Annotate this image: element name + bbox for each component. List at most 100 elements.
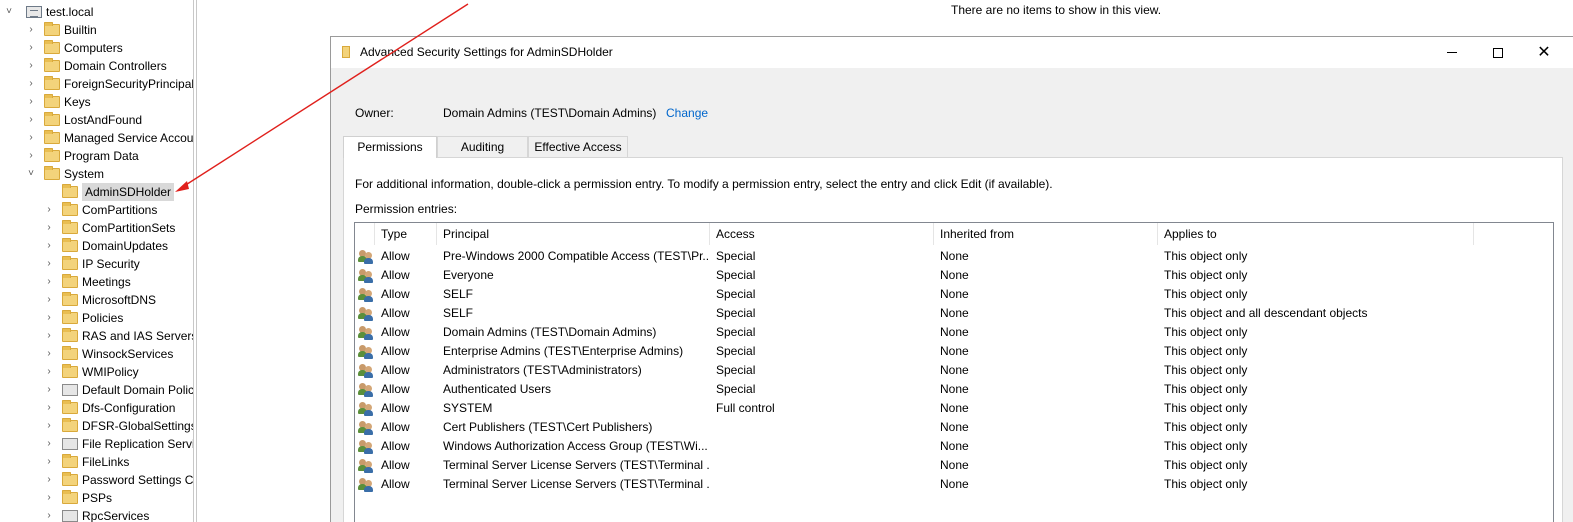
chevron-right-icon[interactable]: ›	[43, 507, 55, 522]
tree-item-lostandfound[interactable]: › LostAndFound	[25, 111, 142, 129]
tree-item-password-settings-container[interactable]: › Password Settings Container	[43, 471, 193, 489]
tree-item-test-local[interactable]: ˅ test.local	[3, 3, 93, 21]
tree-item-label: Policies	[82, 311, 124, 325]
permission-entry-row[interactable]: Allow Terminal Server License Servers (TE…	[355, 475, 1553, 494]
tree-item-filelinks[interactable]: › FileLinks	[43, 453, 129, 471]
tree-item-computers[interactable]: › Computers	[25, 39, 123, 57]
tree-item-adminsdholder[interactable]: AdminSDHolder	[43, 183, 175, 201]
permission-entry-row[interactable]: Allow Enterprise Admins (TEST\Enterprise …	[355, 342, 1553, 361]
folder-icon	[62, 454, 78, 468]
tree-item-label: IP Security	[82, 257, 140, 271]
users-icon-part	[364, 353, 373, 359]
chevron-right-icon[interactable]: ›	[25, 57, 37, 75]
chevron-right-icon[interactable]: ›	[43, 201, 55, 219]
column-access[interactable]: Access	[710, 223, 934, 245]
chevron-right-icon[interactable]: ›	[25, 75, 37, 93]
chevron-right-icon[interactable]: ›	[43, 255, 55, 273]
chevron-right-icon[interactable]: ›	[25, 111, 37, 129]
tree-item-program-data[interactable]: › Program Data	[25, 147, 139, 165]
chevron-right-icon[interactable]: ›	[43, 219, 55, 237]
column-type[interactable]: Type	[375, 223, 437, 245]
tree-item-system[interactable]: ˅ System	[25, 165, 104, 183]
tree-item-winsockservices[interactable]: › WinsockServices	[43, 345, 173, 363]
tree-item-default-domain-policy[interactable]: › Default Domain Policy	[43, 381, 193, 399]
users-icon-part	[364, 334, 373, 340]
permission-entry-row[interactable]: Allow SYSTEM Full control None This object o…	[355, 399, 1553, 418]
tree-item-wmipolicy[interactable]: › WMIPolicy	[43, 363, 139, 381]
tree-item-microsoftdns[interactable]: › MicrosoftDNS	[43, 291, 156, 309]
tree-item-file-replication-service[interactable]: › File Replication Service	[43, 435, 193, 453]
chevron-right-icon[interactable]: ›	[25, 147, 37, 165]
tree-item-domainupdates[interactable]: › DomainUpdates	[43, 237, 168, 255]
column-applies-to[interactable]: Applies to	[1158, 223, 1474, 245]
tab-effective-access[interactable]: Effective Access	[528, 136, 628, 157]
permission-entry-row[interactable]: Allow Everyone Special None This object only	[355, 266, 1553, 285]
tree-item-label: DomainUpdates	[82, 239, 169, 253]
cell-applies-to: This object only	[1164, 458, 1248, 472]
cell-applies-to: This object only	[1164, 344, 1248, 358]
chevron-right-icon[interactable]: ›	[43, 273, 55, 291]
change-owner-link[interactable]: Change	[666, 106, 708, 120]
chevron-right-icon[interactable]: ›	[43, 327, 55, 345]
chevron-right-icon[interactable]: ›	[43, 453, 55, 471]
users-icon	[358, 363, 374, 378]
permission-entry-row[interactable]: Allow Terminal Server License Servers (TE…	[355, 456, 1553, 475]
chevron-right-icon[interactable]: ›	[25, 39, 37, 57]
chevron-right-icon[interactable]: ›	[43, 363, 55, 381]
permission-entry-row[interactable]: Allow Administrators (TEST\Administrators…	[355, 361, 1553, 380]
permission-entry-row[interactable]: Allow Domain Admins (TEST\Domain Admins) S…	[355, 323, 1553, 342]
permission-entries-list[interactable]: Type Principal Access Inherited from App…	[354, 222, 1554, 522]
permission-entry-row[interactable]: Allow SELF Special None This object and all …	[355, 304, 1553, 323]
tree-item-dfsr-globalsettings[interactable]: › DFSR-GlobalSettings	[43, 417, 193, 435]
cell-access	[710, 418, 934, 437]
permission-entry-row[interactable]: Allow Authenticated Users Special None This …	[355, 380, 1553, 399]
tree-item-psps[interactable]: › PSPs	[43, 489, 112, 507]
policy-icon	[62, 510, 78, 522]
chevron-right-icon[interactable]: ›	[25, 93, 37, 111]
minimize-button[interactable]	[1429, 37, 1475, 68]
tree-item-managed-service-accounts[interactable]: › Managed Service Accounts	[25, 129, 193, 147]
chevron-right-icon[interactable]: ›	[43, 345, 55, 363]
column-inherited-from[interactable]: Inherited from	[934, 223, 1158, 245]
cell-type: Allow	[381, 325, 410, 339]
chevron-down-icon[interactable]: ˅	[25, 165, 37, 183]
chevron-right-icon[interactable]: ›	[43, 291, 55, 309]
tree-item-compartitions[interactable]: › ComPartitions	[43, 201, 157, 219]
chevron-right-icon[interactable]: ›	[25, 21, 37, 39]
tree-item-builtin[interactable]: › Builtin	[25, 21, 97, 39]
chevron-right-icon[interactable]: ›	[43, 381, 55, 399]
info-text: For additional information, double-click…	[355, 177, 1053, 191]
tree-item-dfs-configuration[interactable]: › Dfs-Configuration	[43, 399, 175, 417]
tree-item-ras-and-ias-servers-access-check[interactable]: › RAS and IAS Servers Access Check	[43, 327, 193, 345]
tree-item-domain-controllers[interactable]: › Domain Controllers	[25, 57, 167, 75]
chevron-right-icon[interactable]: ›	[43, 471, 55, 489]
chevron-right-icon[interactable]: ›	[43, 417, 55, 435]
column-principal[interactable]: Principal	[437, 223, 710, 245]
permission-entry-row[interactable]: Allow Windows Authorization Access Group …	[355, 437, 1553, 456]
chevron-right-icon[interactable]: ›	[25, 129, 37, 147]
chevron-down-icon[interactable]: ˅	[3, 3, 15, 21]
chevron-right-icon[interactable]: ›	[43, 399, 55, 417]
cell-inherited-from: None	[940, 420, 969, 434]
tree-item-ip-security[interactable]: › IP Security	[43, 255, 140, 273]
cell-principal: Everyone	[443, 268, 494, 282]
tree-item-compartitionsets[interactable]: › ComPartitionSets	[43, 219, 175, 237]
cell-inherited-from: None	[940, 268, 969, 282]
cell-principal: Administrators (TEST\Administrators)	[443, 363, 642, 377]
chevron-right-icon[interactable]: ›	[43, 237, 55, 255]
maximize-button[interactable]	[1475, 37, 1521, 68]
close-button[interactable]: ✕	[1521, 37, 1567, 68]
chevron-right-icon[interactable]: ›	[43, 489, 55, 507]
tree-item-meetings[interactable]: › Meetings	[43, 273, 131, 291]
permission-entry-row[interactable]: Allow SELF Special None This object only	[355, 285, 1553, 304]
tree-item-rpcservices[interactable]: › RpcServices	[43, 507, 149, 522]
chevron-right-icon[interactable]: ›	[43, 309, 55, 327]
permission-entry-row[interactable]: Allow Cert Publishers (TEST\Cert Publishe…	[355, 418, 1553, 437]
tree-item-keys[interactable]: › Keys	[25, 93, 91, 111]
tab-permissions[interactable]: Permissions	[343, 136, 437, 158]
tab-auditing[interactable]: Auditing	[437, 136, 528, 157]
tree-item-foreignsecurityprincipals[interactable]: › ForeignSecurityPrincipals	[25, 75, 193, 93]
permission-entry-row[interactable]: Allow Pre-Windows 2000 Compatible Access …	[355, 247, 1553, 266]
tree-item-policies[interactable]: › Policies	[43, 309, 123, 327]
chevron-right-icon[interactable]: ›	[43, 435, 55, 453]
